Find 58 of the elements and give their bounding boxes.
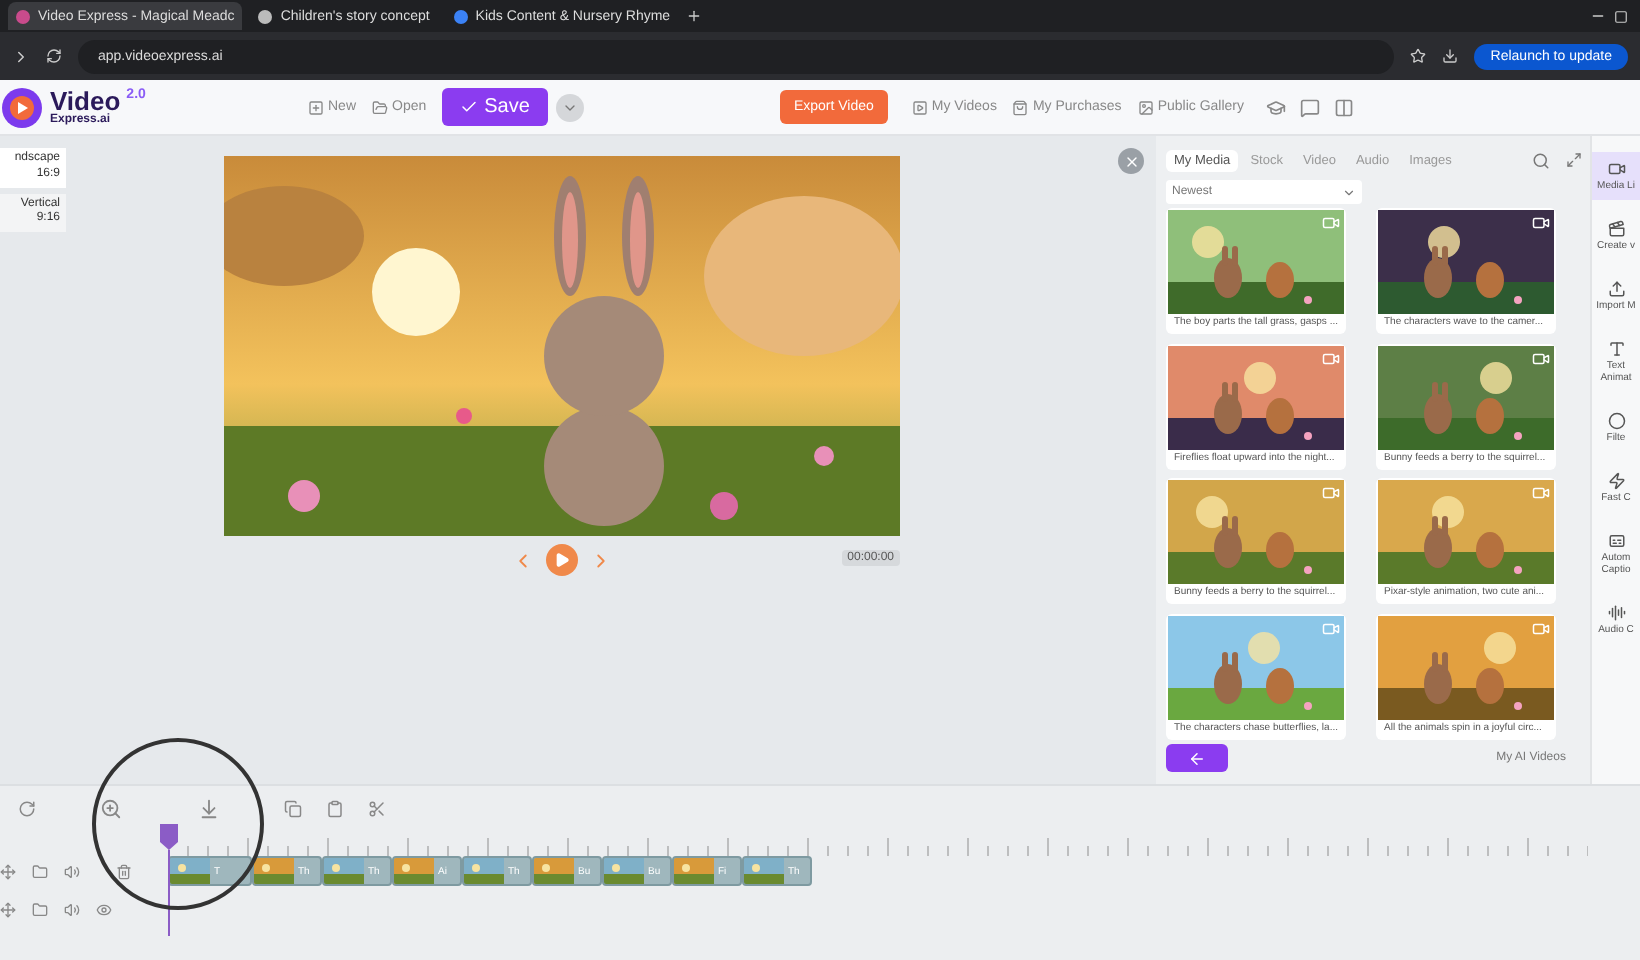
video-camera-icon [1532, 619, 1550, 637]
video-camera-icon [1532, 484, 1550, 502]
bookmark-icon[interactable] [1410, 48, 1427, 64]
layout-icon[interactable] [1334, 97, 1354, 117]
text-icon [1607, 340, 1625, 358]
image-icon [1137, 99, 1154, 115]
forward-icon[interactable] [12, 47, 30, 65]
redo-icon[interactable] [18, 799, 36, 817]
captions-icon [1607, 532, 1625, 550]
reload-icon[interactable] [46, 48, 62, 64]
chat-icon[interactable] [1300, 97, 1320, 117]
arrow-left-icon [1188, 749, 1206, 767]
folder-icon[interactable] [32, 863, 48, 879]
paste-icon[interactable] [326, 799, 344, 817]
video-icon [1607, 160, 1625, 178]
back-button[interactable] [1166, 744, 1228, 772]
new-tab-icon[interactable] [686, 8, 703, 24]
save-options-button[interactable] [555, 93, 584, 121]
folder-icon [372, 99, 389, 115]
visibility-icon[interactable] [96, 901, 112, 917]
delete-icon[interactable] [116, 863, 132, 879]
tutorial-icon[interactable] [1266, 97, 1286, 117]
play-icon [911, 99, 928, 115]
save-button[interactable]: Save [442, 88, 548, 126]
volume-icon[interactable] [64, 863, 80, 879]
new-icon [308, 99, 324, 115]
move-icon[interactable] [0, 863, 16, 879]
video-camera-icon [1322, 619, 1340, 637]
playhead[interactable] [160, 824, 178, 936]
video-camera-icon [1322, 214, 1340, 232]
close-button[interactable] [1118, 148, 1144, 174]
circle-icon [1607, 412, 1625, 430]
video-camera-icon [1322, 484, 1340, 502]
search-icon[interactable] [1532, 151, 1550, 169]
insert-icon[interactable] [198, 797, 220, 819]
video-camera-icon [1532, 214, 1550, 232]
maximize-icon[interactable] [1614, 9, 1628, 23]
lightning-icon [1607, 472, 1625, 490]
chevron-down-icon [1342, 185, 1356, 199]
audio-wave-icon [1607, 604, 1625, 622]
video-camera-icon [1322, 349, 1340, 367]
cut-icon[interactable] [368, 799, 386, 817]
bag-icon [1012, 99, 1029, 115]
folder-icon[interactable] [32, 901, 48, 917]
copy-icon[interactable] [284, 799, 302, 817]
download-icon[interactable] [1442, 48, 1459, 64]
logo-name: Video [50, 88, 121, 114]
move-icon[interactable] [0, 901, 16, 917]
upload-icon [1607, 280, 1625, 298]
check-icon [460, 98, 479, 116]
video-camera-icon [1532, 349, 1550, 367]
expand-icon[interactable] [1566, 152, 1582, 168]
clapperboard-icon [1607, 220, 1625, 238]
play-button[interactable] [546, 544, 578, 576]
close-icon [1123, 153, 1139, 169]
play-icon [554, 552, 570, 568]
zoom-icon[interactable] [100, 797, 122, 819]
volume-icon[interactable] [64, 901, 80, 917]
